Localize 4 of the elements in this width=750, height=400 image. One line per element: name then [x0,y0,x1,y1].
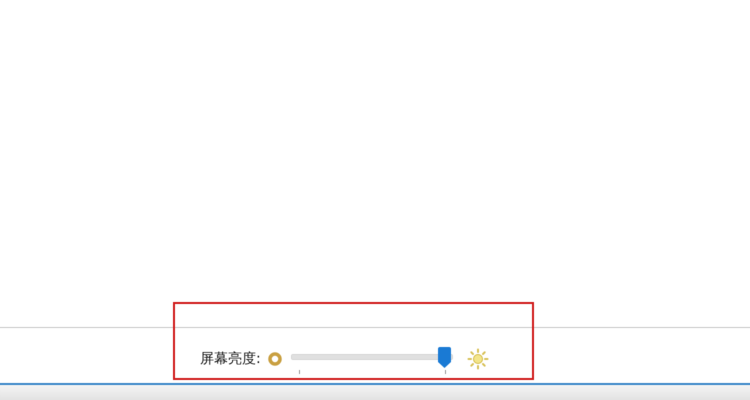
brightness-label: 屏幕亮度: [200,350,261,368]
bright-brightness-icon [466,348,489,370]
slider-thumb[interactable] [438,346,452,368]
dim-brightness-icon [268,352,282,366]
